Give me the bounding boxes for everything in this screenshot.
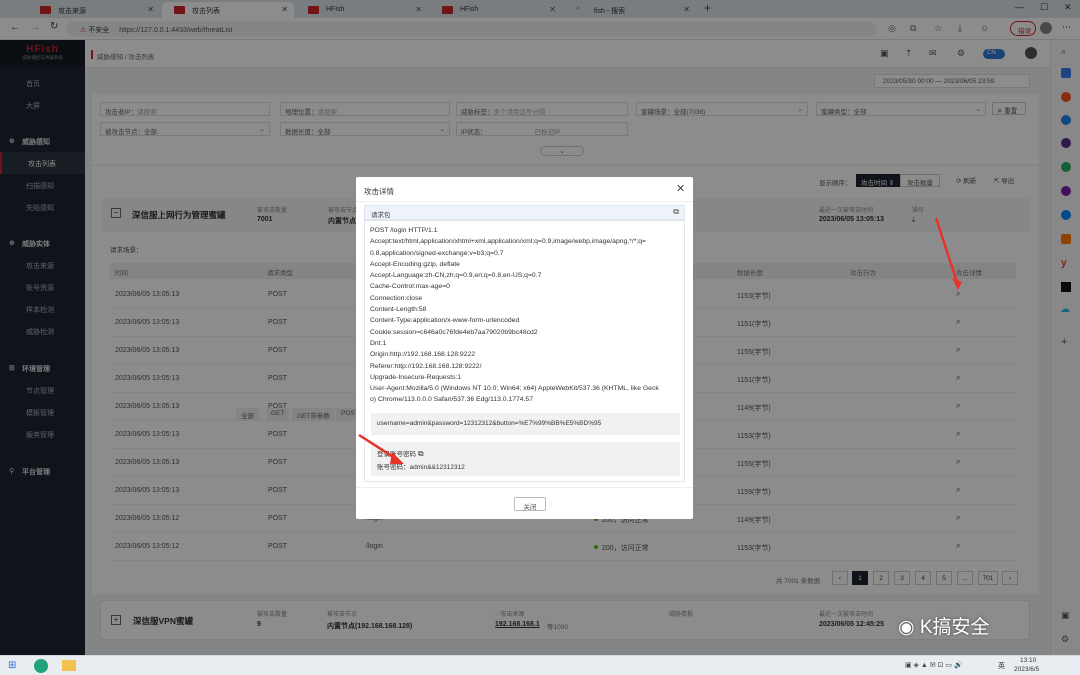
watermark-text: K搞安全	[919, 617, 990, 638]
watermark: ◉ K搞安全	[898, 612, 990, 639]
wechat-icon: ◉	[898, 617, 915, 638]
file-explorer-icon[interactable]	[62, 660, 76, 671]
arrow-to-detail-icon	[934, 217, 962, 290]
annotation-arrows	[358, 217, 962, 464]
clock-date[interactable]: 2023/6/5	[1014, 666, 1039, 673]
tray-icons[interactable]: ▣ ◈ ▲ ✉ ⊡ ▭ 🔊	[905, 661, 963, 669]
windows-start-icon[interactable]: ⊞	[8, 660, 16, 671]
edge-browser-icon[interactable]	[34, 659, 48, 673]
ime-indicator[interactable]: 英	[998, 661, 1005, 671]
arrow-to-credentials	[358, 433, 404, 464]
taskbar: ⊞ ▣ ◈ ▲ ✉ ⊡ ▭ 🔊 英 13:10 2023/6/5	[0, 655, 1080, 675]
clock-time[interactable]: 13:10	[1020, 657, 1036, 664]
